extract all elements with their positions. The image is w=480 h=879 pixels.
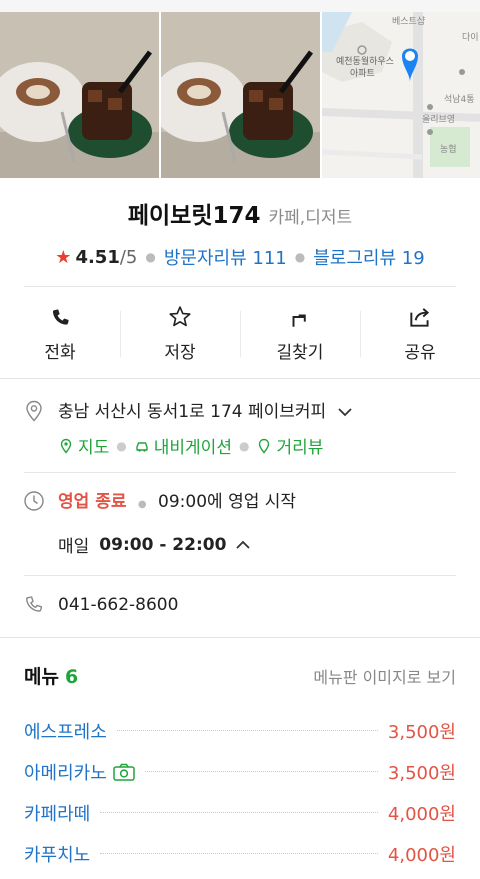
menu-item[interactable]: 카페라떼 4,000원	[24, 792, 456, 833]
star-outline-icon	[169, 305, 191, 326]
address-text: 충남 서산시 동서1로 174 페이브커피	[58, 402, 327, 422]
phone-row[interactable]: 041-662-8600	[22, 592, 456, 618]
menu-item-price: 3,500원	[387, 762, 456, 784]
map-label-oliveyoung: 올리브영	[422, 114, 455, 125]
location-pin-icon	[26, 400, 42, 422]
menu-item-price: 4,000원	[387, 803, 456, 825]
save-label: 저장	[164, 342, 196, 363]
pin-small-icon	[60, 438, 72, 454]
separator-dot: ●	[238, 438, 250, 453]
menu-leader-dots	[100, 812, 378, 813]
phone-outline-icon	[25, 596, 43, 612]
map-label-nh: 농협	[440, 143, 457, 155]
directions-button[interactable]: 길찾기	[240, 303, 360, 363]
hours-detail[interactable]: 매일 09:00 - 22:00	[58, 532, 296, 557]
phone-icon	[52, 308, 69, 325]
clock-icon	[24, 491, 44, 511]
directions-label: 길찾기	[276, 342, 324, 363]
map-label-seoknam: 석남4통	[444, 94, 475, 105]
rating-star-icon: ★	[55, 246, 72, 268]
menu-item-price: 4,000원	[387, 844, 456, 866]
map-label-apt: 예천동월하우스	[336, 55, 394, 67]
divider	[24, 472, 456, 473]
call-label: 전화	[44, 342, 76, 363]
chevron-down-icon[interactable]	[337, 407, 352, 417]
menu-item-name-wrap: 아메리카노	[24, 759, 135, 785]
menu-item[interactable]: 에스프레소 3,500원	[24, 710, 456, 751]
separator-dot: ●	[294, 250, 306, 264]
menu-item-name: 에스프레소	[24, 721, 107, 743]
car-icon	[136, 441, 148, 452]
menu-leader-dots	[100, 853, 378, 854]
menu-item-name: 카페라떼	[24, 803, 91, 825]
menu-item[interactable]: 아메리카노 3,500원	[24, 751, 456, 792]
action-bar: 전화 저장 길찾기 공유	[0, 290, 480, 376]
hours-range: 09:00 - 22:00	[99, 534, 227, 555]
menu-item-name: 카푸치노	[24, 844, 91, 866]
map-link[interactable]: 지도	[58, 433, 109, 458]
rating-value: 4.51	[75, 246, 120, 268]
menu-count: 6	[64, 666, 79, 688]
save-button[interactable]: 저장	[120, 303, 240, 363]
divider	[0, 378, 480, 379]
hours-status-line: 영업 종료 ● 09:00에 영업 시작	[58, 489, 296, 518]
chevron-up-icon[interactable]	[236, 540, 251, 550]
map-label-bestshop: 베스트샵	[392, 16, 425, 27]
hours-days: 매일	[58, 537, 90, 557]
share-button[interactable]: 공유	[360, 303, 480, 363]
address-links: 지도 ● 내비게이션 ● 거리뷰	[58, 433, 352, 458]
top-strip	[0, 0, 480, 12]
menu-board-link[interactable]: 메뉴판 이미지로 보기	[313, 664, 456, 688]
separator-dot: ●	[116, 438, 127, 453]
photo-gallery[interactable]: 베스트샵 예천동월하우스 아파트 석남4통 올리브영 농협 다이	[0, 12, 480, 178]
menu-item-name: 아메리카노	[24, 762, 107, 784]
street-view-link-label: 거리뷰	[276, 438, 324, 458]
divider	[0, 637, 480, 638]
navigation-link-label: 내비게이션	[153, 438, 232, 458]
rating-row: ★ 4.51 /5 ● 방문자리뷰 111 ● 블로그리뷰 19	[0, 244, 480, 270]
menu-list: 에스프레소 3,500원 아메리카노 3,500원 카페라떼 4,000원 카푸…	[24, 710, 456, 874]
street-view-link[interactable]: 거리뷰	[256, 433, 323, 458]
menu-leader-dots	[116, 730, 378, 731]
map-label-apt-2: 아파트	[350, 68, 375, 79]
menu-title: 메뉴 6	[24, 662, 78, 689]
hours-row: 영업 종료 ● 09:00에 영업 시작 매일 09:00 - 22:00	[22, 489, 456, 557]
street-view-icon	[259, 438, 270, 454]
menu-title-text: 메뉴	[24, 666, 59, 688]
coffee-photo-image	[161, 12, 320, 178]
camera-icon[interactable]	[113, 763, 135, 781]
photo-2[interactable]	[161, 12, 320, 178]
visitor-reviews-link[interactable]: 방문자리뷰 111	[164, 244, 287, 270]
map-link-label: 지도	[78, 438, 110, 458]
navigation-link[interactable]: 내비게이션	[134, 433, 232, 458]
blog-reviews-link[interactable]: 블로그리뷰 19	[313, 244, 424, 270]
status-closed: 영업 종료	[58, 492, 127, 512]
menu-item[interactable]: 카푸치노 4,000원	[24, 833, 456, 874]
address-line[interactable]: 충남 서산시 동서1로 174 페이브커피	[58, 399, 352, 425]
coffee-photo-image	[0, 12, 159, 178]
share-label: 공유	[404, 342, 436, 363]
separator-dot: ●	[145, 250, 156, 264]
menu-leader-dots	[144, 771, 378, 772]
separator-dot: ●	[137, 499, 147, 510]
phone-number[interactable]: 041-662-8600	[58, 592, 178, 618]
call-button[interactable]: 전화	[0, 303, 120, 363]
menu-header: 메뉴 6 메뉴판 이미지로 보기	[24, 662, 456, 689]
divider	[24, 575, 456, 576]
share-icon	[410, 307, 430, 327]
rating-max: /5	[119, 246, 138, 268]
divider	[24, 286, 456, 287]
next-open-text: 09:00에 영업 시작	[158, 492, 297, 512]
place-category: 카페,디저트	[268, 208, 353, 228]
photo-1[interactable]	[0, 12, 159, 178]
map-label-dai: 다이	[462, 32, 479, 43]
place-header: 페이보릿174 카페,디저트 ★ 4.51 /5 ● 방문자리뷰 111 ● 블…	[0, 196, 480, 270]
directions-icon	[292, 313, 306, 327]
place-name: 페이보릿174	[127, 203, 261, 229]
map-thumbnail[interactable]: 베스트샵 예천동월하우스 아파트 석남4통 올리브영 농협 다이	[322, 12, 480, 178]
menu-item-price: 3,500원	[387, 721, 456, 743]
address-row: 충남 서산시 동서1로 174 페이브커피 지도 ● 내비게이션 ● 거리뷰	[22, 399, 456, 458]
map-image: 베스트샵 예천동월하우스 아파트 석남4통 올리브영 농협 다이	[322, 12, 480, 178]
